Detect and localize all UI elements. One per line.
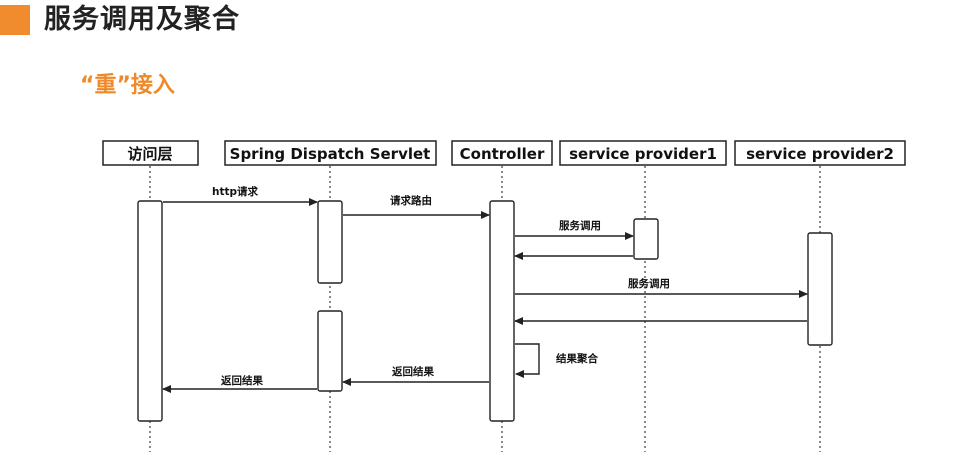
participant-label: service provider1 xyxy=(569,145,717,163)
arrow-self-aggregate xyxy=(515,343,540,378)
message-arrows xyxy=(162,198,808,393)
message-label: 结果聚合 xyxy=(556,352,598,365)
message-label: 请求路由 xyxy=(390,194,432,207)
message-label: 返回结果 xyxy=(221,374,263,387)
message-label: http请求 xyxy=(212,185,259,198)
participant-label: 访问层 xyxy=(127,145,172,163)
message-label: 返回结果 xyxy=(392,365,434,378)
message-label: 服务调用 xyxy=(559,219,601,232)
activation-dispatch-servlet-2 xyxy=(317,310,343,392)
activation-controller xyxy=(489,200,515,422)
participant-label: Spring Dispatch Servlet xyxy=(230,145,431,163)
activations xyxy=(137,200,833,422)
participant-dispatch-servlet: Spring Dispatch Servlet xyxy=(224,140,437,166)
sequence-diagram: 访问层 Spring Dispatch Servlet Controller s… xyxy=(102,140,906,452)
activation-access-layer xyxy=(137,200,163,422)
lifelines xyxy=(149,166,821,452)
message-label: 服务调用 xyxy=(628,277,670,290)
activation-dispatch-servlet-1 xyxy=(317,200,343,284)
activation-service-provider1 xyxy=(633,218,659,260)
participant-access-layer: 访问层 xyxy=(102,140,199,166)
participant-service-provider2: service provider2 xyxy=(734,140,906,166)
participant-label: Controller xyxy=(460,145,545,163)
participant-label: service provider2 xyxy=(746,145,894,163)
activation-service-provider2 xyxy=(807,232,833,346)
participant-service-provider1: service provider1 xyxy=(559,140,727,166)
participant-controller: Controller xyxy=(451,140,553,166)
